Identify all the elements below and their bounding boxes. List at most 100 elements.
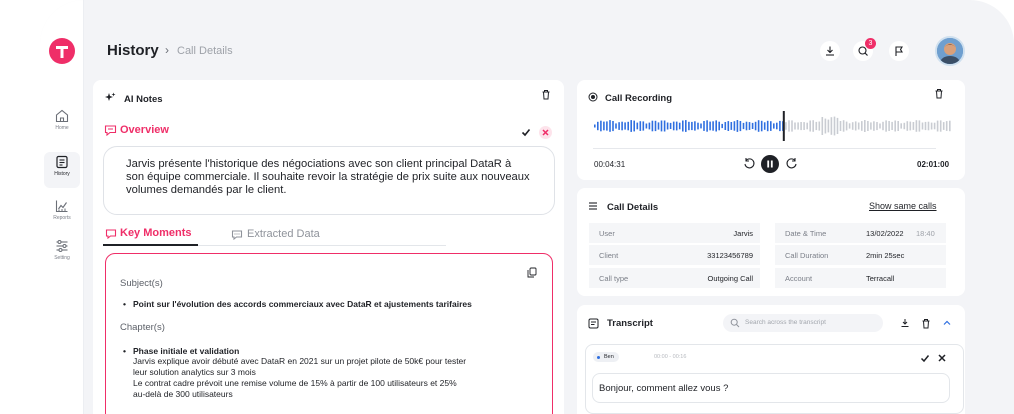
waveform-bar bbox=[942, 122, 945, 130]
detail-key: Call type bbox=[599, 274, 629, 283]
waveform-bar bbox=[794, 122, 796, 130]
waveform-bar bbox=[833, 116, 836, 136]
waveform-bar bbox=[785, 122, 787, 130]
copy-icon[interactable] bbox=[527, 267, 537, 278]
waveform-bar bbox=[821, 117, 824, 135]
waveform-bar bbox=[675, 121, 678, 131]
check-icon[interactable] bbox=[920, 353, 930, 363]
nav-item-reports[interactable]: Reports bbox=[44, 196, 80, 232]
waveform-bar bbox=[900, 123, 902, 129]
show-same-calls-link[interactable]: Show same calls bbox=[869, 201, 937, 211]
detail-value: Terracall bbox=[866, 274, 895, 283]
chevron-up-icon[interactable] bbox=[942, 318, 952, 328]
detail-key: Client bbox=[599, 251, 619, 260]
waveform-bar bbox=[648, 122, 651, 130]
trash-icon[interactable] bbox=[934, 88, 944, 99]
waveform-bar bbox=[915, 120, 918, 132]
waveform-bar bbox=[633, 120, 635, 132]
waveform-bar bbox=[779, 120, 781, 132]
nav-label-home: Home bbox=[55, 125, 69, 131]
flag-icon bbox=[895, 46, 903, 56]
waveform-bar bbox=[730, 122, 733, 130]
waveform-bar bbox=[879, 123, 881, 129]
chapter-line: Jarvis explique avoir débuté avec DataR … bbox=[133, 356, 467, 366]
waveform-bar bbox=[660, 120, 663, 132]
waveform-bar bbox=[694, 121, 696, 131]
detail-call-type: Call type Outgoing Call bbox=[589, 268, 760, 288]
download-button[interactable] bbox=[820, 41, 840, 61]
nav-item-history[interactable]: History bbox=[44, 152, 80, 188]
chapter-bullet: • bbox=[123, 346, 126, 356]
download-icon[interactable] bbox=[900, 318, 910, 328]
chapter-line: au-delà de 300 utilisateurs bbox=[133, 389, 233, 399]
message-icon bbox=[104, 125, 117, 136]
chapter-line: Le contrat cadre prévoit une remise volu… bbox=[133, 378, 457, 388]
message-text[interactable]: Bonjour, comment allez vous ? bbox=[592, 373, 950, 403]
avatar[interactable] bbox=[935, 36, 965, 66]
waveform-bar bbox=[788, 120, 790, 132]
trash-icon[interactable] bbox=[921, 318, 931, 329]
forward-icon[interactable] bbox=[786, 157, 798, 169]
waveform-bar bbox=[897, 121, 899, 131]
waveform-bar bbox=[651, 120, 654, 132]
waveform-bar bbox=[654, 120, 657, 132]
nav-label-history: History bbox=[54, 171, 70, 177]
search-icon bbox=[730, 318, 740, 328]
key-moments-icon bbox=[105, 229, 117, 239]
waveform-bar bbox=[891, 121, 893, 130]
detail-value-extra: 18:40 bbox=[916, 229, 935, 238]
close-button[interactable] bbox=[539, 126, 552, 139]
waveform-bar bbox=[870, 122, 872, 130]
waveform-bar bbox=[815, 121, 818, 131]
list-icon bbox=[589, 202, 597, 210]
pause-icon bbox=[767, 160, 773, 168]
waveform-bar bbox=[760, 120, 763, 132]
rewind-icon[interactable] bbox=[743, 157, 755, 169]
search-placeholder: Search across the transcript bbox=[745, 319, 826, 326]
subject-item: Point sur l'évolution des accords commer… bbox=[133, 299, 472, 309]
close-icon bbox=[542, 129, 549, 136]
tab-key-moments[interactable]: Key Moments bbox=[120, 227, 192, 239]
total-time: 02:01:00 bbox=[917, 160, 950, 169]
nav-label-reports: Reports bbox=[53, 215, 71, 221]
waveform-bar bbox=[751, 122, 754, 129]
waveform-bar bbox=[618, 122, 620, 130]
playhead[interactable] bbox=[782, 111, 785, 141]
waveform-bar bbox=[918, 120, 921, 132]
waveform-bar bbox=[715, 120, 717, 132]
detail-value: Jarvis bbox=[733, 229, 753, 238]
nav-item-home[interactable]: Home bbox=[44, 106, 80, 142]
flag-button[interactable] bbox=[889, 41, 909, 61]
audio-waveform[interactable] bbox=[593, 108, 951, 144]
waveform-bar bbox=[691, 121, 693, 131]
avatar-person-icon bbox=[937, 38, 963, 64]
waveform-bar bbox=[721, 123, 723, 129]
waveform-bar bbox=[836, 117, 839, 134]
waveform-bar bbox=[797, 122, 799, 130]
waveform-bar bbox=[830, 117, 833, 135]
trash-icon[interactable] bbox=[541, 89, 551, 100]
page-title[interactable]: History bbox=[107, 42, 159, 59]
waveform-bar bbox=[806, 122, 808, 130]
tab-extracted-data[interactable]: Extracted Data bbox=[247, 228, 320, 240]
waveform-bar bbox=[903, 122, 906, 130]
transcript-search-input[interactable]: Search across the transcript bbox=[723, 314, 883, 332]
waveform-bar bbox=[745, 121, 748, 131]
waveform-bar bbox=[739, 121, 742, 132]
check-icon[interactable] bbox=[521, 127, 531, 137]
waveform-bar bbox=[630, 120, 632, 132]
speaker-badge: Ben bbox=[593, 352, 619, 362]
waveform-bar bbox=[921, 122, 924, 130]
detail-key: Call Duration bbox=[785, 251, 829, 260]
pause-button[interactable] bbox=[761, 155, 779, 173]
waveform-bar bbox=[697, 122, 699, 130]
waveform-bar bbox=[851, 122, 854, 130]
waveform-bar bbox=[642, 121, 645, 131]
home-icon bbox=[55, 109, 69, 123]
nav-item-setting[interactable]: Setting bbox=[44, 236, 80, 272]
detail-key: Date & Time bbox=[785, 229, 827, 238]
close-icon[interactable] bbox=[937, 353, 947, 363]
waveform-bar bbox=[685, 120, 687, 132]
overview-summary[interactable]: Jarvis présente l'historique des négocia… bbox=[103, 146, 555, 215]
waveform-bar bbox=[770, 121, 772, 131]
